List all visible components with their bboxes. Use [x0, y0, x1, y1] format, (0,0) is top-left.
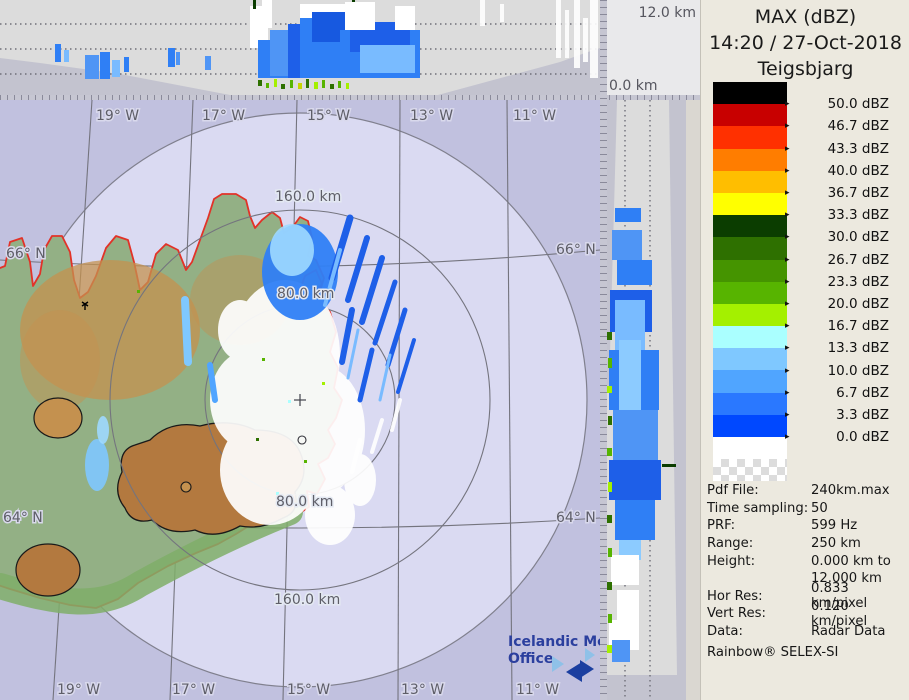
level-arrow-icon: ▸	[785, 143, 790, 154]
metadata-row: Pdf File: 240km.max	[707, 483, 890, 499]
dbz-band	[713, 326, 787, 349]
profile-echoes	[607, 208, 676, 662]
level-arrow-icon: ▸	[785, 165, 790, 176]
height-scale-corner: 12.0 km 0.0 km	[607, 0, 700, 95]
meridian-label-top: 17° W	[202, 108, 245, 124]
level-arrow-icon: ▸	[785, 299, 790, 309]
parallel-label-right: 64° N	[556, 510, 596, 526]
level-arrow-icon: ▸	[785, 321, 790, 332]
low-level-specks	[258, 79, 349, 89]
radar-station-name: Teigsbjarg	[757, 58, 854, 80]
right-height-profile-panel	[607, 100, 686, 700]
dbz-band	[713, 82, 787, 105]
dbz-band	[713, 348, 787, 371]
panel-gutter	[686, 100, 700, 700]
dbz-band	[713, 281, 787, 304]
dbz-level-label: ▸ 40.0 dBZ	[785, 162, 889, 179]
meridian-label-top: 13° W	[410, 108, 453, 124]
dbz-level-label: ▸ 46.7 dBZ	[785, 118, 889, 135]
level-arrow-icon: ▸	[785, 99, 790, 110]
metadata-row: Vert Res: 0.120 km/pixel	[707, 598, 868, 629]
parallel-label-right: 66° N	[556, 242, 596, 258]
top-profile-canvas	[0, 0, 600, 95]
dbz-band	[713, 215, 787, 238]
dbz-level-label: ▸ 20.0 dBZ	[785, 296, 889, 312]
max-height-label: 12.0 km	[638, 5, 696, 21]
top-height-profile-panel	[0, 0, 600, 95]
product-metadata: Pdf File: 240km.max Time sampling: 50 PRF: 59…	[707, 482, 907, 640]
dbz-level-label: ▸ 26.7 dBZ	[785, 251, 889, 268]
ring-label-160-south: 160.0 km	[274, 592, 340, 608]
ring-label-80-north: 80.0 km	[277, 286, 334, 302]
level-arrow-icon: ▸	[785, 432, 790, 443]
dbz-band	[713, 370, 787, 393]
glacier-outline-southwest	[15, 543, 81, 597]
level-arrow-icon: ▸	[785, 365, 790, 376]
software-footer: Rainbow® SELEX-SI	[707, 645, 839, 660]
parallel-label-left: 64° N	[3, 510, 43, 526]
dbz-band	[713, 104, 787, 127]
level-arrow-icon: ▸	[785, 121, 790, 132]
meridian-label-bottom: 13° W	[401, 682, 444, 698]
level-arrow-icon: ▸	[785, 276, 790, 287]
meridian-label-bottom: 11° W	[516, 682, 559, 698]
metadata-row: Range: 250 km	[707, 536, 861, 552]
dbz-level-label: ▸ 30.0 dBZ	[785, 229, 889, 246]
level-arrow-icon: ▸	[785, 188, 790, 198]
product-title: MAX (dBZ)	[754, 6, 857, 28]
metadata-row: PRF: 599 Hz	[707, 518, 858, 534]
dbz-band	[713, 237, 787, 260]
logo-text-line1: Icelandic Met	[508, 634, 600, 650]
parallel-label-left: 66° N	[6, 246, 46, 262]
level-arrow-icon: ▸	[785, 232, 790, 243]
right-profile-canvas	[607, 100, 686, 700]
level-arrow-icon: ▸	[785, 210, 790, 221]
dbz-level-label: ▸ 16.7 dBZ	[785, 318, 889, 335]
meridian-label-top: 15° W	[307, 108, 350, 124]
dbz-level-label: ▸ 50.0 dBZ	[785, 96, 889, 113]
dbz-level-label: ▸ 10.0 dBZ	[785, 362, 889, 379]
level-arrow-icon: ▸	[785, 410, 790, 420]
dbz-band	[713, 170, 787, 193]
dbz-level-label: ▸ 6.7 dBZ	[785, 384, 889, 401]
dbz-level-label: ▸ 43.3 dBZ	[785, 140, 889, 157]
legend-panel: MAX (dBZ) 14:20 / 27-Oct-2018 Teigsbjarg…	[700, 0, 909, 700]
dbz-band	[713, 148, 787, 171]
ring-label-160-north: 160.0 km	[275, 189, 341, 205]
dbz-level-label: ▸ 33.3 dBZ	[785, 207, 889, 224]
metadata-row: Height: 0.000 km to	[707, 553, 891, 569]
meridian-label-bottom: 19° W	[57, 682, 100, 698]
radar-app-window: 12.0 km 0.0 km 19° W 17° W 15° W 13° W 1…	[0, 0, 909, 700]
dbz-level-label: ▸ 3.3 dBZ	[785, 407, 889, 423]
meridian-label-top: 19° W	[96, 108, 139, 124]
glacier-outline-west	[33, 397, 83, 439]
product-datetime: 14:20 / 27-Oct-2018	[709, 32, 902, 54]
ring-label-80-south: 80.0 km	[276, 494, 333, 510]
level-arrow-icon: ▸	[785, 387, 790, 398]
dbz-level-label: ▸ 36.7 dBZ	[785, 185, 889, 201]
level-arrow-icon: ▸	[785, 343, 790, 354]
dbz-level-label: ▸ 0.0 dBZ	[785, 429, 889, 446]
meridian-label-bottom: 17° W	[172, 682, 215, 698]
dbz-level-label: ▸ 23.3 dBZ	[785, 273, 889, 290]
meridian-label-top: 11° W	[513, 108, 556, 124]
radar-map-canvas[interactable]: 19° W 17° W 15° W 13° W 11° W 19° W 17° …	[0, 100, 600, 700]
metadata-row: Data: Radar Data	[707, 624, 886, 640]
right-axis-tick-strip	[600, 0, 607, 700]
below-threshold-swatch	[713, 437, 787, 459]
dbz-level-label: ▸ 13.3 dBZ	[785, 340, 889, 357]
min-height-label: 0.0 km	[609, 78, 658, 94]
metadata-row: Time sampling: 50	[707, 500, 828, 516]
level-arrow-icon: ▸	[785, 254, 790, 265]
dbz-band	[713, 392, 787, 415]
dbz-band	[713, 126, 787, 149]
dbz-band	[713, 303, 787, 327]
meridian-label-bottom: 15° W	[287, 682, 330, 698]
dbz-band	[713, 414, 787, 437]
transparent-swatch-checkerboard	[713, 459, 787, 481]
logo-text-line2: Office	[508, 651, 553, 667]
dbz-band	[713, 259, 787, 282]
dbz-color-scale	[713, 82, 787, 437]
dbz-band	[713, 192, 787, 216]
